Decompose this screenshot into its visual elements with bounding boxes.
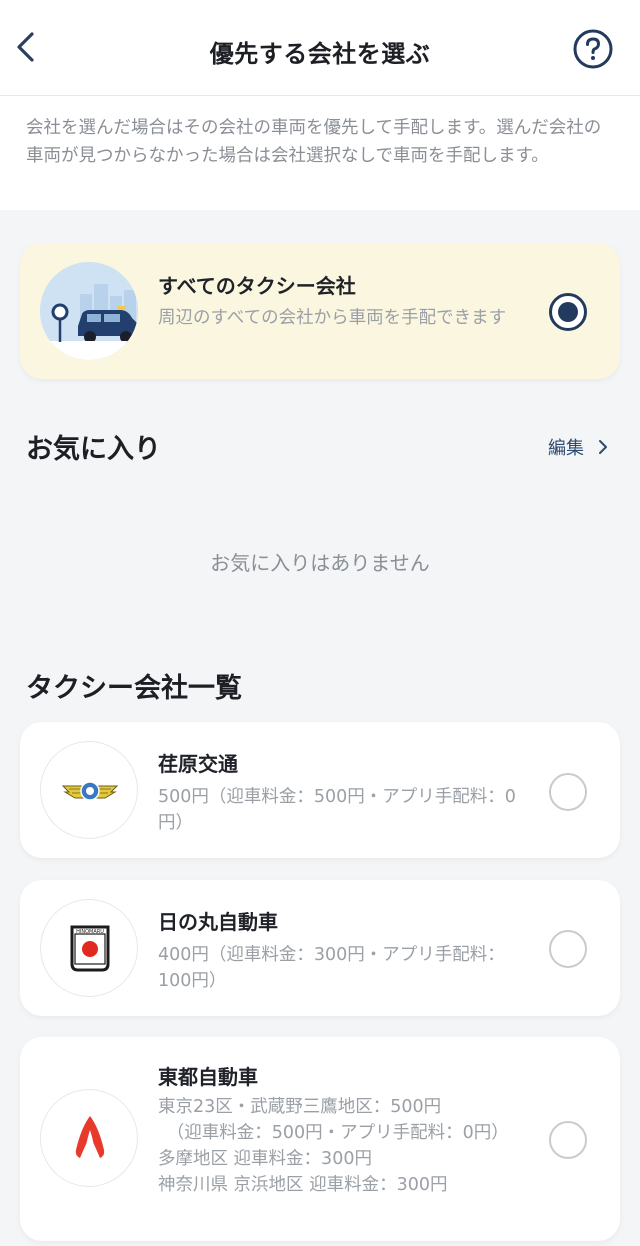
edit-favorites-link[interactable]: 編集 bbox=[548, 434, 610, 460]
company-logo: HINOMARU bbox=[40, 899, 138, 997]
toto-emblem-icon bbox=[75, 1116, 105, 1158]
company-list-heading: タクシー会社一覧 bbox=[26, 673, 242, 704]
company-fee: 400円（迎車料金：300円・アプリ手配料：100円） bbox=[158, 945, 505, 991]
favorites-empty-message: お気に入りはありません bbox=[210, 551, 430, 575]
chevron-right-icon bbox=[598, 440, 607, 454]
company-radio[interactable] bbox=[549, 773, 587, 811]
all-companies-radio[interactable] bbox=[549, 293, 587, 331]
winged-emblem-icon bbox=[61, 781, 119, 801]
company-fee: 500円（迎車料金：500円・アプリ手配料：0円） bbox=[158, 787, 516, 833]
edit-label: 編集 bbox=[548, 438, 584, 459]
company-item[interactable]: 東都自動車 東京23区・武蔵野三鷹地区：500円 （迎車料金：500円・アプリ手… bbox=[20, 1037, 620, 1241]
page-title: 優先する会社を選ぶ bbox=[209, 40, 431, 68]
company-logo bbox=[40, 741, 138, 839]
all-companies-title: すべてのタクシー会社 bbox=[158, 274, 356, 298]
all-companies-subtitle: 周辺のすべての会社から車両を手配できます bbox=[158, 308, 507, 328]
company-logo bbox=[40, 1089, 138, 1187]
favorites-heading: お気に入り bbox=[26, 434, 161, 465]
hinomaru-logo-text: HINOMARU bbox=[76, 929, 104, 935]
company-radio[interactable] bbox=[549, 930, 587, 968]
company-item[interactable]: HINOMARU 日の丸自動車 400円（迎車料金：300円・アプリ手配料：10… bbox=[20, 880, 620, 1016]
help-button[interactable] bbox=[572, 28, 614, 70]
question-circle-icon bbox=[573, 29, 613, 69]
company-name: 荏原交通 bbox=[158, 752, 238, 776]
company-fee: 東京23区・武蔵野三鷹地区：500円 （迎車料金：500円・アプリ手配料：0円）… bbox=[158, 1097, 509, 1195]
header-bar: 優先する会社を選ぶ bbox=[0, 0, 640, 96]
taxi-city-icon bbox=[40, 262, 138, 360]
hinomaru-shield-icon: HINOMARU bbox=[70, 925, 110, 972]
all-companies-illustration bbox=[40, 262, 138, 360]
company-name: 東都自動車 bbox=[158, 1065, 258, 1089]
company-radio[interactable] bbox=[549, 1121, 587, 1159]
all-companies-option[interactable]: すべてのタクシー会社 周辺のすべての会社から車両を手配できます bbox=[20, 243, 620, 379]
company-item[interactable]: 荏原交通 500円（迎車料金：500円・アプリ手配料：0円） bbox=[20, 722, 620, 858]
company-name: 日の丸自動車 bbox=[158, 910, 278, 934]
intro-description: 会社を選んだ場合はその会社の車両を優先して手配します。選んだ会社の車両が見つから… bbox=[0, 96, 640, 210]
